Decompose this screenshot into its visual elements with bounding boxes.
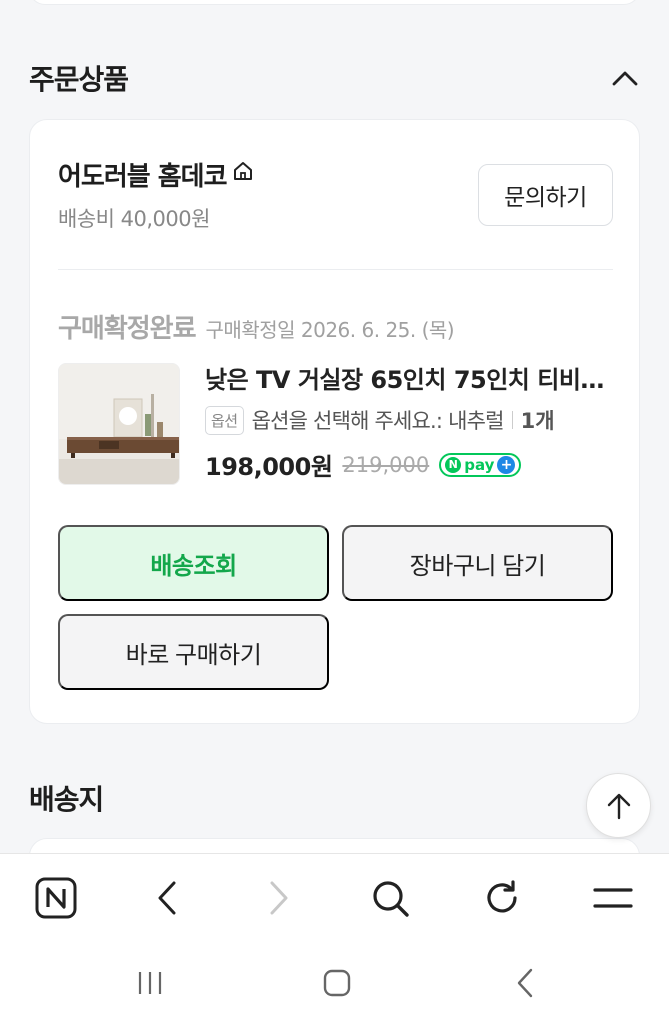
confirm-date: 구매확정일 2026. 6. 25. (목): [205, 318, 455, 342]
address-section-title: 배송지: [29, 783, 104, 816]
home-icon[interactable]: [317, 963, 357, 1003]
forward-icon[interactable]: [257, 876, 301, 920]
browser-toolbar: [0, 853, 669, 943]
npay-plus-icon: +: [497, 455, 516, 474]
seller-name-text: 어도러블 홈데코: [58, 162, 227, 192]
system-back-icon[interactable]: [505, 963, 545, 1003]
inquiry-button[interactable]: 문의하기: [478, 164, 613, 226]
seller-row: 어도러블 홈데코 배송비 40,000원 문의하기: [58, 156, 613, 233]
option-row: 옵션 옵션을 선택해 주세요.: 내추럴 1개: [205, 405, 613, 435]
chevron-up-icon[interactable]: [610, 63, 640, 93]
product-name[interactable]: 낮은 TV 거실장 65인치 75인치 티비다이: [205, 363, 613, 397]
npay-n-icon: N: [445, 456, 462, 473]
order-section-header[interactable]: 주문상품: [29, 58, 640, 98]
option-badge: 옵션: [205, 405, 244, 435]
menu-icon[interactable]: [591, 876, 635, 920]
product-info[interactable]: 낮은 TV 거실장 65인치 75인치 티비다이 옵션 옵션을 선택해 주세요.…: [205, 363, 613, 482]
option-text: 옵션을 선택해 주세요.: 내추럴: [251, 409, 505, 433]
divider: [58, 269, 613, 270]
section-title: 주문상품: [29, 63, 129, 96]
original-price: 219,000: [342, 452, 430, 477]
system-navigation-bar: [0, 943, 669, 1024]
npay-plus-badge: N pay +: [439, 452, 522, 477]
npay-label: pay: [464, 455, 495, 474]
search-icon[interactable]: [368, 876, 412, 920]
purchase-status: 구매확정완료 구매확정일 2026. 6. 25. (목): [58, 308, 455, 345]
scroll-to-top-button[interactable]: [586, 773, 651, 838]
price: 198,000원: [205, 453, 333, 481]
refresh-icon[interactable]: [480, 876, 524, 920]
store-home-icon: [231, 159, 255, 190]
product-thumbnail[interactable]: [58, 363, 180, 485]
option-separator: [511, 411, 513, 429]
arrow-up-icon: [607, 793, 630, 819]
order-card: 어도러블 홈데코 배송비 40,000원 문의하기 구매확정완료 구매확정일 2…: [29, 119, 640, 724]
delivery-tracking-button[interactable]: 배송조회: [58, 525, 329, 601]
quantity: 1개: [520, 409, 555, 433]
recent-apps-icon[interactable]: [130, 963, 170, 1003]
add-to-cart-button[interactable]: 장바구니 담기: [342, 525, 613, 601]
previous-section-card: [29, 0, 640, 5]
naver-home-icon[interactable]: [34, 876, 78, 920]
buy-now-button[interactable]: 바로 구매하기: [58, 614, 329, 690]
price-row: 198,000원 219,000 N pay +: [205, 447, 613, 482]
back-icon[interactable]: [145, 876, 189, 920]
status-label: 구매확정완료: [58, 314, 197, 344]
